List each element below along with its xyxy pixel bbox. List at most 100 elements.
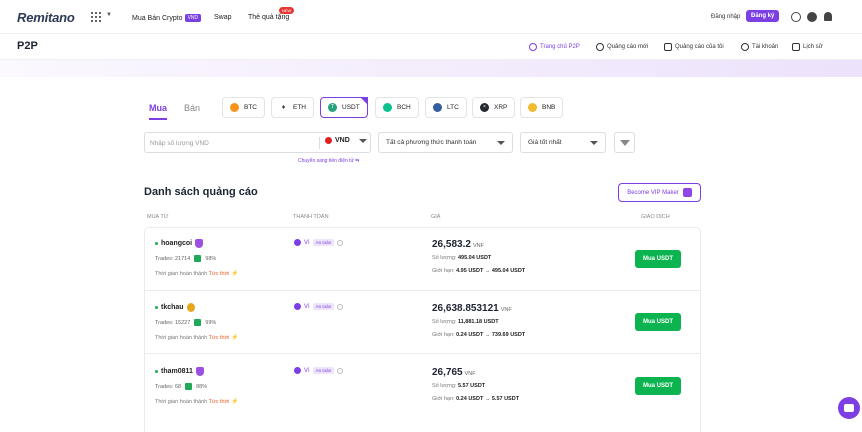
p2p-home-link[interactable]: Trang chủ P2P — [529, 43, 580, 51]
usdt-icon: T — [328, 103, 337, 112]
coin-label: BTC — [244, 104, 257, 111]
price-value: 26,583.2 — [432, 239, 471, 250]
new-ad-link[interactable]: Quảng cáo mới — [596, 43, 648, 51]
seller-name[interactable]: hoangcoi — [155, 239, 204, 248]
chat-support-button[interactable] — [838, 397, 860, 419]
plus-circle-icon — [596, 43, 604, 51]
page-title: P2P — [17, 40, 38, 52]
history-icon — [792, 43, 800, 51]
seller-username: tham0811 — [161, 368, 193, 375]
chat-icon — [844, 404, 854, 412]
signup-button[interactable]: Đăng ký — [746, 10, 780, 22]
buy-usdt-button[interactable]: Mua USDT — [635, 377, 681, 395]
coin-label: LTC — [447, 104, 459, 111]
bch-icon — [383, 103, 392, 112]
offer-price: 26,638.853121 VNF — [432, 303, 512, 314]
vip-shield-icon — [682, 188, 692, 197]
payment-method-label: Ví — [304, 303, 310, 310]
info-icon[interactable] — [337, 367, 344, 374]
offer-row: tkchau Trades: 15227 99% Thời gian hoàn t… — [144, 290, 701, 354]
seller-name[interactable]: tham0811 — [155, 367, 204, 376]
wallet-icon — [294, 303, 301, 310]
rating: 99% — [205, 319, 217, 326]
sort-select[interactable]: Giá tốt nhất — [520, 132, 606, 153]
seller-stats: Trades: 15227 99% — [155, 319, 216, 326]
trade-count: Trades: 68 — [155, 383, 182, 390]
globe-icon[interactable] — [791, 12, 801, 22]
filter-icon — [619, 139, 630, 146]
lightning-icon: ⚡ — [230, 271, 239, 277]
nav-swap[interactable]: Swap — [214, 14, 232, 21]
offer-price: 26,765 VNF — [432, 367, 476, 378]
payment-method: Ví An toàn — [294, 303, 344, 310]
apps-grid-icon[interactable] — [91, 12, 101, 22]
account-link[interactable]: Tài khoản — [741, 43, 778, 51]
nav-buy-sell-crypto[interactable]: Mua Bán Crypto VND — [132, 14, 202, 22]
payment-method: Ví An toàn — [294, 367, 344, 374]
info-icon[interactable] — [337, 303, 344, 310]
column-header-trade: Giao dịch — [641, 214, 670, 220]
tab-sell[interactable]: Bán — [184, 103, 200, 113]
coin-label: BNB — [542, 104, 556, 111]
limit-label: Giới hạn: — [432, 268, 455, 274]
payment-method-select[interactable]: Tất cả phương thức thanh toán — [378, 132, 513, 153]
tab-buy[interactable]: Mua — [149, 103, 167, 113]
login-link[interactable]: Đăng nhập — [711, 14, 740, 20]
chevron-down-icon[interactable]: ▼ — [106, 12, 112, 18]
coin-eth-button[interactable]: ♦ ETH — [271, 97, 314, 118]
coin-btc-button[interactable]: BTC — [222, 97, 265, 118]
thumbs-up-icon — [194, 255, 202, 262]
become-vip-maker-button[interactable]: Become VIP Maker — [618, 183, 701, 202]
p2p-header: P2P Trang chủ P2P Quảng cáo mới Quảng cá… — [0, 34, 862, 60]
remitano-logo[interactable]: Remitano — [17, 10, 75, 25]
currency-select[interactable]: VND — [325, 137, 367, 144]
seller-username: hoangcoi — [161, 240, 193, 247]
buy-usdt-button[interactable]: Mua USDT — [635, 313, 681, 331]
chevron-down-icon — [590, 140, 598, 145]
vip-button-label: Become VIP Maker — [627, 189, 679, 196]
offer-limit: Giới hạn: 0.24 USDT → 739.69 USDT — [432, 332, 525, 338]
ads-list-title: Danh sách quảng cáo — [144, 186, 258, 198]
limit-value: 0.24 USDT → 739.69 USDT — [456, 332, 526, 338]
coin-bch-button[interactable]: BCH — [375, 97, 419, 118]
chevron-down-icon — [358, 138, 367, 143]
coin-label: USDT — [342, 104, 360, 111]
user-icon[interactable] — [807, 12, 817, 22]
column-header-seller: Mua từ — [147, 214, 169, 220]
coin-bnb-button[interactable]: BNB — [520, 97, 564, 118]
eth-icon: ♦ — [279, 103, 288, 112]
p2p-home-label: Trang chủ P2P — [540, 44, 580, 50]
nav-gift-card[interactable]: Thẻ quà tặng — [248, 14, 289, 21]
buy-usdt-button[interactable]: Mua USDT — [635, 250, 681, 268]
vnd-badge: VND — [184, 14, 202, 22]
seller-stats: Trades: 68 88% — [155, 383, 207, 390]
offer-row: hoangcoi Trades: 21714 98% Thời gian hoàn… — [144, 227, 701, 291]
completion-label: Thời gian hoàn thành — [155, 271, 208, 277]
price-unit: VNF — [500, 307, 512, 313]
info-icon[interactable] — [337, 239, 344, 246]
lightning-icon: ⚡ — [230, 399, 239, 405]
coin-xrp-button[interactable]: × XRP — [472, 97, 516, 118]
filter-button[interactable] — [614, 132, 635, 153]
history-label: Lịch sử — [803, 44, 823, 50]
wallet-icon — [294, 367, 301, 374]
my-ads-label: Quảng cáo của tôi — [675, 44, 724, 50]
convert-to-crypto-link[interactable]: Chuyển sang tiền điện tử ⇆ — [298, 158, 359, 164]
currency-label: VND — [335, 137, 350, 144]
bell-icon[interactable] — [824, 12, 832, 21]
online-status-icon — [155, 306, 158, 309]
seller-name[interactable]: tkchau — [155, 303, 195, 312]
coin-ltc-button[interactable]: LTC — [425, 97, 467, 118]
amount-label: Số lượng: — [432, 255, 457, 261]
history-link[interactable]: Lịch sử — [792, 43, 823, 51]
my-ads-link[interactable]: Quảng cáo của tôi — [664, 43, 724, 51]
seller-stats: Trades: 21714 98% — [155, 255, 216, 262]
trade-count: Trades: 21714 — [155, 255, 191, 262]
offer-limit: Giới hạn: 0.24 USDT → 5.57 USDT — [432, 396, 519, 402]
banner-gradient — [0, 60, 862, 77]
vietnam-flag-icon — [325, 137, 332, 144]
completion-time: Thời gian hoàn thành Tức thời ⚡ — [155, 270, 238, 277]
coin-usdt-button[interactable]: T USDT — [320, 97, 368, 118]
amount-input[interactable] — [150, 137, 310, 149]
wallet-icon — [294, 239, 301, 246]
